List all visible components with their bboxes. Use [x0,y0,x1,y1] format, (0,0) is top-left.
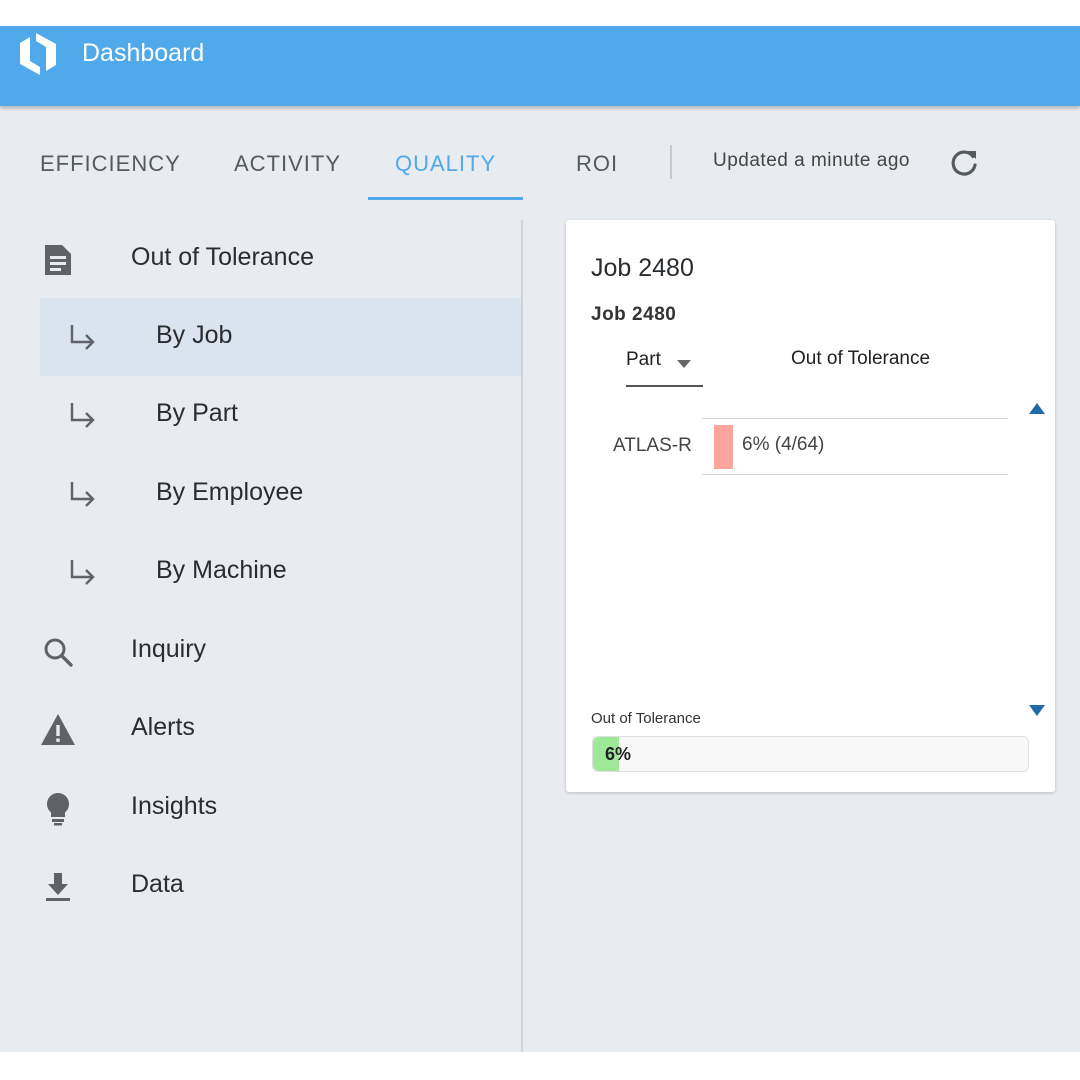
sidebar-item-insights[interactable]: Insights [0,769,521,847]
sidebar-item-by-part[interactable]: By Part [0,376,521,454]
sidebar-item-label: By Machine [156,556,287,584]
document-icon [45,245,71,275]
sidebar-item-by-machine[interactable]: By Machine [0,533,521,611]
row-divider [702,474,1008,475]
tab-quality[interactable]: QUALITY [395,151,496,177]
tab-efficiency[interactable]: EFFICIENCY [40,151,181,177]
row-divider [702,418,1008,419]
warning-icon [41,714,75,745]
sidebar-item-label: Inquiry [131,635,207,663]
app-logo-icon[interactable] [16,31,60,77]
tab-roi[interactable]: ROI [576,151,618,177]
sidebar-item-label: By Employee [156,478,304,506]
sidebar: Out of Tolerance By Job By Part By Emplo… [0,220,522,1052]
subdirectory-arrow-icon [70,403,95,428]
out-of-tolerance-bar[interactable] [714,425,733,469]
sidebar-divider [521,220,523,1052]
sidebar-item-alerts[interactable]: Alerts [0,690,521,768]
app-window: Dashboard EFFICIENCY ACTIVITY QUALITY RO… [0,26,1080,1052]
scroll-down-icon[interactable] [1028,703,1046,717]
subdirectory-arrow-icon [70,482,95,507]
sidebar-item-label: Alerts [131,713,195,741]
search-icon [44,638,73,667]
sidebar-item-label: Insights [131,792,218,820]
subdirectory-arrow-icon [70,560,95,585]
last-updated-text: Updated a minute ago [713,150,910,171]
summary-value: 6% [605,744,632,764]
sidebar-item-by-job[interactable]: By Job [40,298,521,376]
app-title: Dashboard [82,39,205,67]
sidebar-item-label: Data [131,870,184,898]
summary-label: Out of Tolerance [591,710,701,727]
download-icon [46,873,70,901]
summary-progress-bar: 6% [592,736,1029,772]
refresh-icon[interactable] [948,147,980,179]
sidebar-item-data[interactable]: Data [0,847,521,925]
sidebar-item-label: By Part [156,399,238,427]
row-value-text: 6% (4/64) [742,434,825,455]
job-card: Job 2480 Job 2480 Part Out of Tolerance … [566,220,1055,792]
card-subtitle: Job 2480 [591,304,677,325]
out-of-tolerance-column-header: Out of Tolerance [791,348,931,369]
sidebar-item-label: Out of Tolerance [131,243,314,271]
part-column-dropdown[interactable]: Part [626,345,703,387]
tab-activity[interactable]: ACTIVITY [234,151,341,177]
active-tab-indicator [368,197,523,200]
card-title: Job 2480 [591,254,694,282]
sidebar-item-inquiry[interactable]: Inquiry [0,612,521,690]
sidebar-item-label: By Job [156,321,233,349]
subdirectory-arrow-icon [70,325,95,350]
top-bar: Dashboard [0,26,1080,106]
chevron-down-icon [677,360,691,368]
part-column-label: Part [626,349,661,370]
row-part-label: ATLAS-R [613,435,692,456]
sidebar-item-out-of-tolerance[interactable]: Out of Tolerance [0,220,521,298]
scroll-up-icon[interactable] [1028,402,1046,416]
tab-divider [670,145,672,179]
sidebar-item-by-employee[interactable]: By Employee [0,455,521,533]
tab-bar: EFFICIENCY ACTIVITY QUALITY ROI Updated … [0,131,1080,201]
lightbulb-icon [46,793,70,826]
